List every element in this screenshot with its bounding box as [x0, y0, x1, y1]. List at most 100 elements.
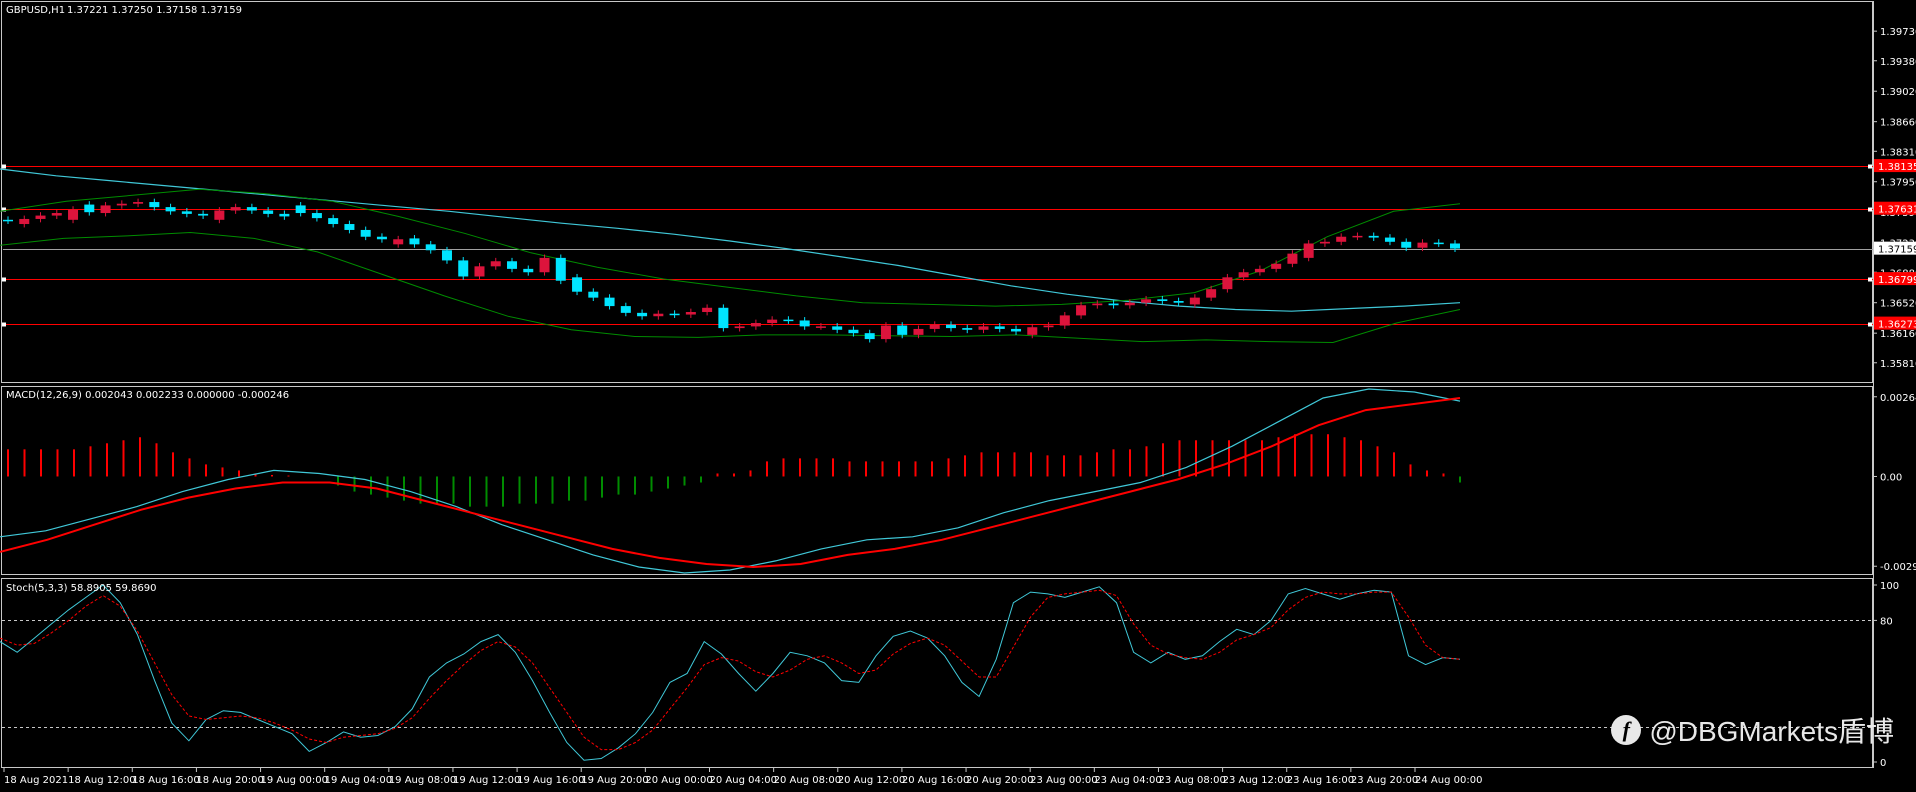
macd-axis-tick-label: 0.002642 — [1880, 393, 1916, 404]
candle-body — [198, 213, 209, 216]
candle-body — [1254, 268, 1265, 273]
candle-body — [750, 323, 761, 327]
level-handle[interactable] — [1868, 164, 1872, 169]
candle-body — [1368, 235, 1379, 238]
candle-body — [490, 261, 501, 267]
candle-body — [913, 328, 924, 335]
time-axis-label: 20 Aug 16:00 — [902, 775, 969, 786]
candle-body — [994, 326, 1005, 329]
candle-body — [832, 326, 843, 330]
time-axis-label: 23 Aug 04:00 — [1094, 775, 1161, 786]
stoch-axis-tick-label: 0 — [1880, 758, 1886, 769]
candle-body — [620, 306, 631, 313]
level-handle[interactable] — [1868, 322, 1872, 327]
price-axis-tick-label: 1.35810 — [1880, 359, 1916, 370]
candle-body — [84, 204, 95, 213]
candle-body — [1206, 289, 1217, 298]
candle-body — [718, 307, 729, 329]
macd-title: MACD(12,26,9) 0.002043 0.002233 0.000000… — [6, 390, 289, 401]
candle-body — [376, 236, 387, 240]
price-level-label: 1.37631 — [1878, 205, 1916, 216]
stoch-axis-tick-label: 80 — [1880, 616, 1893, 627]
time-axis-label: 23 Aug 20:00 — [1351, 775, 1418, 786]
candle-body — [799, 320, 810, 327]
candle-body — [1319, 241, 1330, 244]
price-axis-tick-label: 1.36520 — [1880, 299, 1916, 310]
candle-body — [848, 329, 859, 334]
candle-body — [19, 218, 30, 225]
candle-body — [1401, 241, 1412, 248]
candle-body — [474, 266, 485, 277]
candle-body — [555, 257, 566, 281]
candle-body — [441, 250, 452, 261]
candle-body — [3, 219, 13, 222]
candle-body — [929, 324, 940, 329]
chart-symbol: GBPUSD,H1 — [6, 5, 65, 16]
candle-body — [68, 209, 79, 220]
candle-body — [328, 218, 339, 225]
candle-body — [1271, 263, 1282, 269]
candle-body — [897, 325, 908, 335]
candle-body — [1222, 277, 1233, 290]
candle-body — [604, 297, 615, 307]
candle-body — [1076, 305, 1087, 316]
level-handle[interactable] — [2, 322, 6, 327]
candle-body — [393, 239, 404, 245]
candle-body — [945, 324, 956, 329]
candle-body — [133, 202, 144, 204]
price-level-label: 1.38135 — [1878, 162, 1916, 173]
candle-body — [1124, 302, 1135, 306]
time-axis-label: 18 Aug 2021 — [4, 775, 68, 786]
time-axis-label: 18 Aug 20:00 — [196, 775, 263, 786]
time-axis-label: 19 Aug 04:00 — [325, 775, 392, 786]
time-axis-label: 20 Aug 04:00 — [710, 775, 777, 786]
price-axis-tick-label: 1.39730 — [1880, 27, 1916, 38]
candle-body — [1157, 299, 1168, 302]
candle-body — [295, 205, 306, 214]
time-axis-label: 23 Aug 16:00 — [1287, 775, 1354, 786]
price-axis-tick-label: 1.37950 — [1880, 178, 1916, 189]
candle-body — [1141, 299, 1152, 303]
candle-body — [116, 203, 127, 206]
chart-ohlc: 1.37221 1.37250 1.37158 1.37159 — [67, 5, 242, 16]
candle-body — [1011, 328, 1022, 332]
candle-body — [100, 205, 111, 214]
candle-body — [669, 313, 680, 316]
candle-body — [734, 326, 745, 329]
time-axis-label: 19 Aug 00:00 — [261, 775, 328, 786]
time-axis-label: 24 Aug 00:00 — [1415, 775, 1482, 786]
time-axis-label: 23 Aug 08:00 — [1158, 775, 1225, 786]
candle-body — [978, 326, 989, 330]
price-level-label: 1.37159 — [1878, 245, 1916, 256]
time-axis-label: 20 Aug 00:00 — [645, 775, 712, 786]
candle-body — [181, 211, 192, 214]
time-axis-label: 19 Aug 12:00 — [453, 775, 520, 786]
time-axis-label: 20 Aug 12:00 — [838, 775, 905, 786]
candle-body — [214, 210, 225, 220]
candle-body — [1108, 303, 1119, 306]
candle-body — [572, 277, 583, 292]
time-axis-label: 19 Aug 16:00 — [517, 775, 584, 786]
price-axis-tick-label: 1.36160 — [1880, 329, 1916, 340]
candle-body — [1336, 236, 1347, 242]
candle-body — [685, 312, 696, 315]
candle-body — [1189, 297, 1200, 305]
candle-body — [507, 261, 518, 269]
time-axis-label: 23 Aug 12:00 — [1223, 775, 1290, 786]
candle-body — [1450, 243, 1460, 249]
trading-chart[interactable]: 1.39730 1.39380 1.39020 1.38660 1.38310 1.379… — [0, 0, 1916, 788]
level-handle[interactable] — [1868, 277, 1872, 282]
level-handle[interactable] — [2, 277, 6, 282]
level-handle[interactable] — [1868, 207, 1872, 212]
candle-body — [523, 268, 534, 273]
candle-body — [1287, 253, 1298, 264]
candle-body — [1043, 325, 1054, 328]
candle-body — [1384, 237, 1395, 242]
candle-body — [880, 325, 891, 340]
price-level-label: 1.36799 — [1878, 275, 1916, 286]
time-axis-label: 19 Aug 20:00 — [581, 775, 648, 786]
candle-body — [1092, 303, 1103, 306]
price-level-label: 1.36273 — [1878, 320, 1916, 331]
candle-body — [702, 307, 713, 313]
level-handle[interactable] — [2, 164, 6, 169]
